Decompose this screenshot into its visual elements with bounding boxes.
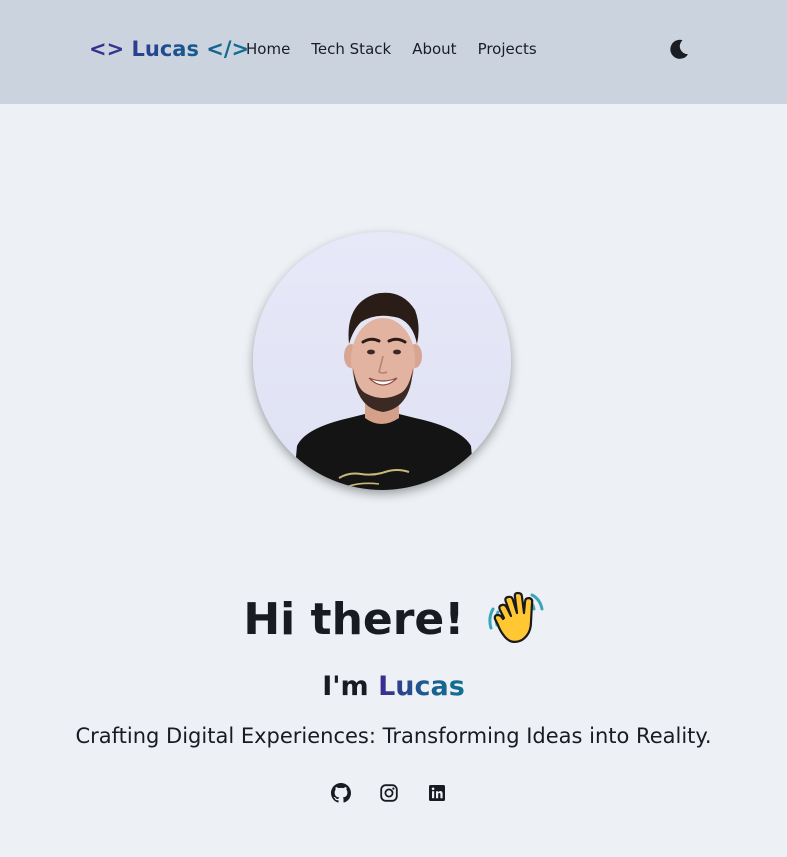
linkedin-icon [429, 785, 445, 801]
nav-links: Home Tech Stack About Projects [246, 38, 537, 60]
nav-link-tech-stack[interactable]: Tech Stack [311, 38, 391, 60]
profile-photo [253, 232, 511, 490]
nav-link-projects[interactable]: Projects [478, 38, 537, 60]
theme-toggle-button[interactable] [667, 37, 691, 61]
waving-hand-icon [488, 591, 544, 644]
nav-link-about[interactable]: About [412, 38, 456, 60]
navbar: <> Lucas </> Home Tech Stack About Proje… [0, 0, 787, 104]
nav-link-home[interactable]: Home [246, 38, 290, 60]
instagram-icon [380, 784, 398, 802]
intro-prefix: I'm [322, 671, 379, 702]
tagline: Crafting Digital Experiences: Transformi… [75, 724, 712, 748]
github-link[interactable] [331, 783, 351, 803]
intro-name-line: I'm Lucas [0, 667, 787, 707]
linkedin-link[interactable] [427, 783, 447, 803]
hero-title: Hi there! [0, 587, 787, 653]
intro-name: Lucas [378, 671, 465, 702]
social-links [331, 783, 447, 803]
brand-logo[interactable]: <> Lucas </> [89, 34, 249, 64]
moon-icon [670, 39, 688, 59]
github-icon [331, 783, 351, 803]
hero-title-text: Hi there! [243, 594, 465, 645]
avatar [253, 232, 511, 490]
instagram-link[interactable] [379, 783, 399, 803]
